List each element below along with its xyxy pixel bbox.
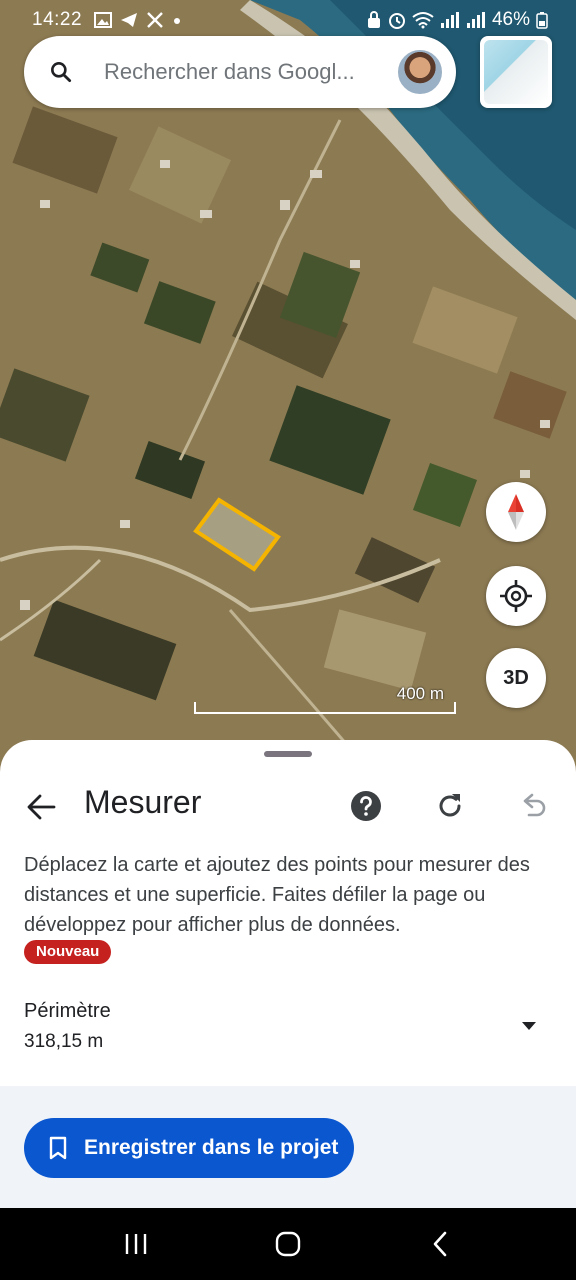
save-button-label: Enregistrer dans le projet bbox=[84, 1136, 339, 1159]
my-location-icon bbox=[500, 580, 532, 612]
measure-description: Déplacez la carte et ajoutez des points … bbox=[24, 854, 530, 936]
lock-icon bbox=[367, 11, 380, 28]
save-to-project-button[interactable]: Enregistrer dans le projet bbox=[24, 1118, 354, 1178]
my-location-button[interactable] bbox=[486, 566, 546, 626]
compass-icon bbox=[508, 494, 524, 530]
compass-button[interactable] bbox=[486, 482, 546, 542]
home-button[interactable] bbox=[268, 1224, 308, 1264]
page-title: Mesurer bbox=[84, 784, 202, 820]
status-bar: 14:22 46% bbox=[0, 0, 576, 40]
dot-icon bbox=[174, 18, 181, 24]
system-icons: 46% bbox=[366, 9, 548, 31]
save-area: Enregistrer dans le projet bbox=[0, 1086, 576, 1208]
help-icon[interactable] bbox=[350, 790, 382, 822]
layers-thumbnail bbox=[484, 40, 548, 104]
signal-2-icon bbox=[466, 12, 485, 28]
search-placeholder[interactable]: Rechercher dans Googl... bbox=[104, 59, 384, 85]
measure-sheet: Mesurer Déplacez la carte et ajoutez des… bbox=[0, 740, 576, 1208]
status-time: 14:22 bbox=[32, 9, 83, 30]
back-button[interactable] bbox=[420, 1224, 460, 1264]
scale-label: 400 m bbox=[396, 684, 444, 703]
wifi-icon bbox=[412, 12, 434, 29]
alarm-icon bbox=[388, 13, 405, 29]
bookmark-icon bbox=[49, 1136, 67, 1160]
3d-button[interactable]: 3D bbox=[486, 648, 546, 708]
battery-icon bbox=[536, 12, 548, 29]
battery-percent: 46% bbox=[491, 9, 530, 30]
perimeter-row[interactable]: Périmètre 318,15 m bbox=[24, 1000, 552, 1060]
scale-line bbox=[194, 702, 456, 714]
sheet-header: Mesurer bbox=[0, 780, 576, 830]
undo-icon[interactable] bbox=[518, 790, 550, 822]
search-bar[interactable]: Rechercher dans Googl... bbox=[24, 36, 456, 108]
back-nav-icon bbox=[433, 1231, 447, 1257]
map-layers-button[interactable] bbox=[480, 36, 552, 108]
metric-label: Périmètre bbox=[24, 1000, 111, 1022]
recent-apps-icon bbox=[125, 1234, 147, 1254]
new-badge: Nouveau bbox=[24, 940, 112, 964]
notification-icons bbox=[94, 12, 182, 28]
metric-value: 318,15 m bbox=[24, 1031, 104, 1052]
home-icon bbox=[275, 1231, 301, 1257]
telegram-icon bbox=[121, 13, 138, 27]
system-nav-bar bbox=[0, 1208, 576, 1280]
signal-icon bbox=[440, 12, 459, 28]
back-arrow-icon[interactable] bbox=[24, 790, 58, 824]
refresh-icon[interactable] bbox=[434, 790, 466, 822]
x-icon bbox=[147, 12, 163, 28]
avatar[interactable] bbox=[396, 48, 444, 96]
scale-bar: 400 m bbox=[194, 684, 456, 714]
sheet-drag-handle[interactable] bbox=[264, 751, 312, 757]
gallery-icon bbox=[94, 12, 113, 28]
search-icon bbox=[51, 62, 72, 83]
recent-apps-button[interactable] bbox=[116, 1224, 156, 1264]
chevron-down-icon[interactable] bbox=[522, 1022, 536, 1030]
